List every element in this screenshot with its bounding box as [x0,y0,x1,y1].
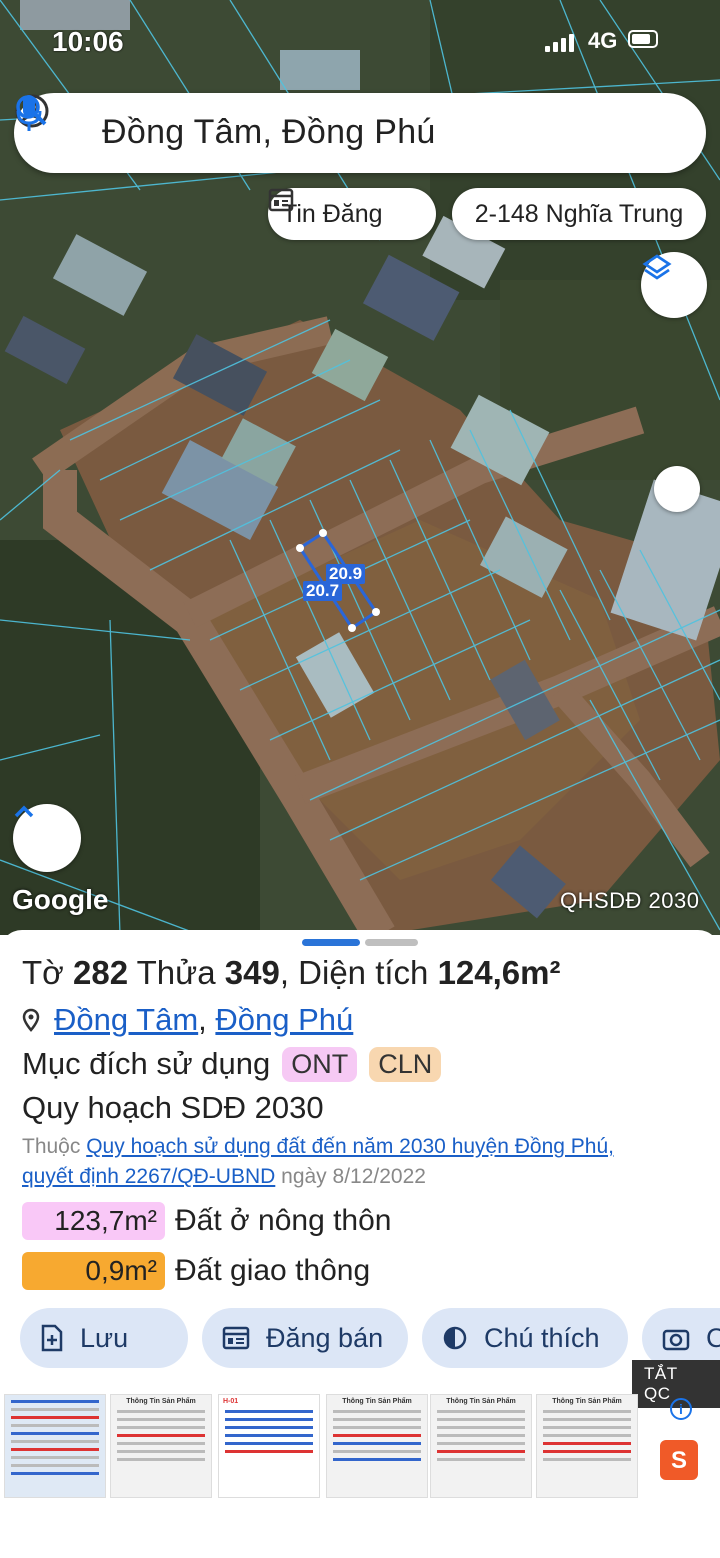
comma-sep: , [198,1002,216,1037]
post-sale-label: Đăng bán [266,1322,384,1353]
signal-icon [545,32,574,52]
ad-thumb-title: Thông Tin Sản Phẩm [126,1398,196,1405]
ad-info-icon[interactable]: i [670,1398,692,1420]
search-bar[interactable]: Đồng Tâm, Đồng Phú [14,93,706,173]
network-type: 4G [588,28,618,53]
camera-button[interactable]: C [642,1308,720,1368]
ad-banner[interactable]: TẮT QC Thông Tin Sản Phẩm H-01 Thông Tin… [0,1360,720,1500]
camera-label: C [706,1322,720,1353]
chevron-up-icon [14,805,34,818]
address-chip-label: 2-148 Nghĩa Trung [474,199,684,228]
area-row-transport: 0,9m² Đất giao thông [22,1252,370,1290]
action-bar: Lưu Đăng bán Chú thích C [20,1308,720,1368]
google-logo: Google [12,884,109,915]
ad-thumbnail[interactable]: Thông Tin Sản Phẩm [110,1394,212,1498]
ad-thumbnail[interactable]: Thông Tin Sản Phẩm [536,1394,638,1498]
news-icon [268,188,294,212]
ad-thumb-code: H-01 [223,1398,239,1405]
location-pin-icon [22,1008,40,1032]
microphone-icon[interactable] [14,93,44,133]
decision-date: ngày 8/12/2022 [281,1165,426,1188]
screen: 20.9 20.7 10:06 4G Đồng Tâm, Đồng Phú Ti… [0,0,720,1558]
commune-link[interactable]: Đồng Tâm [54,1002,198,1038]
note-prefix: Thuộc [22,1135,81,1158]
land-use-purpose: Mục đích sử dụng ONT CLN [22,1046,442,1082]
sheet-number: 282 [72,954,129,991]
decision-link[interactable]: quyết định 2267/QĐ-UBND [22,1165,275,1188]
area-value-transport: 0,9m² [22,1252,165,1290]
save-label: Lưu [80,1322,129,1353]
plan-link[interactable]: Quy hoạch sử dụng đất đến năm 2030 huyện… [86,1135,614,1158]
layers-icon [642,254,672,280]
news-chip-label: Tin Đăng [282,199,383,228]
overlay-label: QHSDĐ 2030 [560,888,700,913]
legend-button[interactable]: Chú thích [422,1308,628,1368]
parcel-area: 124,6m² [437,954,561,991]
parcel-title: Tờ 282 Thửa 349, Diện tích 124,6m² [22,954,561,992]
ont-badge[interactable]: ONT [282,1046,358,1082]
opacity-slider-handle[interactable] [654,466,700,512]
ad-thumb-title: Thông Tin Sản Phẩm [342,1398,412,1405]
address-chip[interactable]: 2-148 Nghĩa Trung [452,188,706,240]
cln-badge[interactable]: CLN [369,1046,442,1082]
district-link[interactable]: Đồng Phú [215,1002,353,1038]
save-button[interactable]: Lưu [20,1308,188,1368]
camera-add-icon [662,1329,690,1351]
parcel-number: 349 [224,954,280,991]
area-label-ont: Đất ở nông thôn [175,1204,392,1237]
status-time: 10:06 [52,26,124,57]
plan-reference: Thuộc Quy hoạch sử dụng đất đến năm 2030… [22,1132,712,1192]
listing-icon [222,1326,250,1350]
sheet-handle[interactable] [365,939,418,946]
parcel-sheet: Tờ 282 Thửa 349, Diện tích 124,6m² Đồng … [0,930,720,1558]
shopee-icon[interactable]: S [660,1440,698,1480]
ad-thumbnail[interactable]: Thông Tin Sản Phẩm [326,1394,428,1498]
area-label-transport: Đất giao thông [175,1254,371,1287]
plan-heading: Quy hoạch SDĐ 2030 [22,1090,324,1125]
ad-thumbnail[interactable] [4,1394,106,1498]
contrast-icon [443,1326,467,1350]
search-input[interactable]: Đồng Tâm, Đồng Phú [102,113,436,152]
ad-thumb-title: Thông Tin Sản Phẩm [552,1398,622,1405]
ad-thumb-title: Thông Tin Sản Phẩm [446,1398,516,1405]
layers-button[interactable] [641,252,707,318]
expand-button[interactable] [13,804,81,872]
location-line: Đồng Tâm, Đồng Phú [22,1002,353,1038]
legend-label: Chú thích [484,1322,600,1353]
news-chip[interactable]: Tin Đăng [268,188,436,240]
title-thua-label: Thửa [136,954,216,991]
status-bar: 10:06 4G [0,22,720,62]
dimension-label: 20.7 [303,581,343,601]
post-sale-button[interactable]: Đăng bán [202,1308,408,1368]
purpose-label: Mục đích sử dụng [22,1046,271,1081]
area-row-ont: 123,7m² Đất ở nông thôn [22,1202,392,1240]
satellite-map[interactable]: 20.9 20.7 10:06 4G Đồng Tâm, Đồng Phú Ti… [0,0,720,935]
file-add-icon [41,1324,63,1352]
title-to-label: Tờ [22,954,64,991]
ad-thumbnail[interactable]: Thông Tin Sản Phẩm [430,1394,532,1498]
ad-thumbnail[interactable]: H-01 [218,1394,320,1498]
sheet-handle-active[interactable] [302,939,360,946]
battery-icon [628,30,658,48]
area-value-ont: 123,7m² [22,1202,165,1240]
title-area-label: , Diện tích [279,954,429,991]
